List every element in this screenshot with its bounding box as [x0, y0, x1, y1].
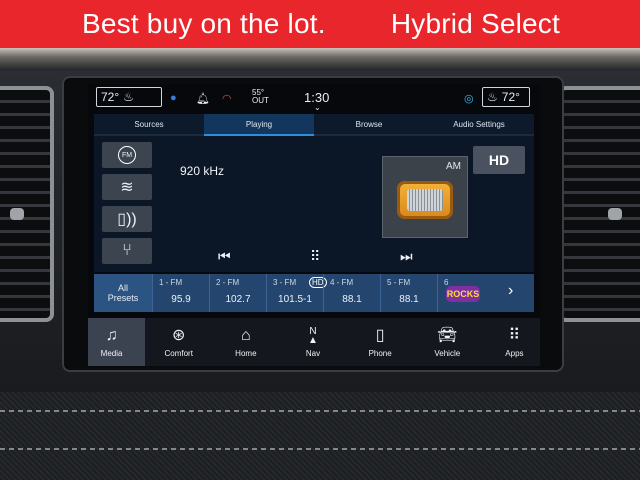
nav-label: Comfort [164, 348, 193, 358]
music-note-icon: ♫ [105, 326, 118, 344]
preset-value: 95.9 [171, 294, 191, 305]
chevron-right-icon[interactable]: › [508, 282, 513, 300]
nav-media[interactable]: ♫ Media [88, 318, 146, 366]
navigation-icon: N ▲ [308, 325, 318, 346]
nav-label: Vehicle [434, 348, 461, 358]
dealer-banner: Best buy on the lot. Hybrid Select [0, 0, 640, 48]
nav-comfort[interactable]: ⊛ Comfort [145, 318, 212, 366]
nav-apps[interactable]: ⠿ Apps [481, 318, 540, 366]
all-presets-button[interactable]: All Presets [94, 274, 152, 312]
all-presets-label: All Presets [108, 283, 139, 303]
vehicle-icon: 🚘︎ [437, 326, 458, 344]
passenger-seat-icon: ♨ [487, 90, 498, 104]
nav-label: Phone [368, 348, 392, 358]
driver-climate-button[interactable]: 72° ♨ [96, 87, 162, 107]
station-frequency: 920 kHz [180, 164, 225, 178]
dashboard-leather [0, 392, 640, 480]
outside-temp: 55° OUT [252, 89, 269, 105]
preset-value: 102.7 [225, 294, 251, 305]
apps-grid-icon: ⠿ [508, 326, 521, 344]
air-vent-right [558, 86, 640, 322]
notification-bell-icon: 🔔︎ [196, 93, 210, 105]
preset-2[interactable]: 2 - FM 102.7 [209, 274, 266, 312]
preset-6[interactable]: 6 ROCKS [437, 274, 494, 312]
hd-label: HD [488, 152, 510, 168]
air-vent-left [0, 86, 54, 322]
next-track-icon[interactable]: ⏭ [400, 248, 413, 265]
all-presets-label-line1: All [117, 283, 128, 293]
tab-label: Browse [355, 119, 383, 129]
chevron-down-icon[interactable]: ⌄ [314, 103, 321, 112]
vent-knob [608, 208, 622, 220]
tab-label: Sources [134, 119, 164, 129]
nav-label: Home [235, 348, 257, 358]
bluetooth-audio-button[interactable]: ▯)) [102, 206, 152, 232]
banner-left-text: Best buy on the lot. [82, 8, 326, 39]
preset-5[interactable]: 5 - FM 88.1 [380, 274, 437, 312]
preset-4[interactable]: 4 - FM 88.1 [323, 274, 380, 312]
driver-temp: 72° [101, 90, 120, 104]
tab-label: Playing [245, 119, 273, 129]
passenger-climate-button[interactable]: ♨ 72° [482, 87, 530, 107]
station-logo: ROCKS [446, 286, 480, 302]
usb-source-button[interactable]: ⑂ [102, 238, 152, 264]
tab-playing[interactable]: Playing [204, 114, 314, 136]
preset-label: 4 - FM [330, 278, 354, 287]
preset-1[interactable]: 1 - FM 95.9 [152, 274, 209, 312]
nav-vehicle[interactable]: 🚘︎ Vehicle [414, 318, 481, 366]
stitching [0, 410, 640, 412]
tab-sources[interactable]: Sources [94, 114, 204, 136]
stitching [0, 448, 640, 450]
profile-icon: ● [170, 92, 177, 104]
preset-3[interactable]: HD 3 - FM 101.5-1 [266, 274, 327, 312]
phone-audio-icon: ▯)) [117, 211, 137, 228]
preset-bar: All Presets 1 - FM 95.9 2 - FM 102.7 HD … [94, 274, 534, 312]
passenger-temp: 72° [501, 90, 520, 104]
tab-audio-settings[interactable]: Audio Settings [424, 114, 534, 136]
seat-heat-icon: ♨ [123, 90, 134, 104]
bottom-nav-bar: ♫ Media ⊛ Comfort ⌂ Home N ▲ Nav ▯ Phone … [88, 318, 540, 366]
nav-label: Nav [305, 348, 321, 358]
all-presets-label-line2: Presets [107, 293, 139, 303]
status-bar: 72° ♨ ● 🔔︎ ◠ 55° OUT 1:30 ⌄ ◎ ♨ 72° [88, 84, 540, 114]
satellite-icon: ≋ [120, 179, 134, 196]
tab-label: Audio Settings [453, 119, 505, 129]
fm-badge: FM [118, 146, 136, 164]
usb-icon: ⑂ [122, 242, 132, 259]
previous-track-icon[interactable]: ⏮ [218, 248, 231, 265]
radio-icon [397, 181, 453, 219]
nav-label: Apps [505, 348, 524, 358]
preset-label: 3 - FM [273, 278, 297, 287]
preset-label: 2 - FM [216, 278, 240, 287]
preset-label: 1 - FM [159, 278, 183, 287]
keypad-icon[interactable]: ⠿ [310, 248, 320, 265]
alexa-icon[interactable]: ◎ [464, 92, 474, 105]
home-icon: ⌂ [241, 326, 251, 344]
infotainment-screen: 72° ♨ ● 🔔︎ ◠ 55° OUT 1:30 ⌄ ◎ ♨ 72° Sour… [88, 84, 540, 366]
nav-nav[interactable]: N ▲ Nav [279, 318, 346, 366]
preset-label: 5 - FM [387, 278, 411, 287]
preset-value: 88.1 [399, 294, 419, 305]
hd-radio-button[interactable]: HD [473, 146, 525, 174]
nav-phone[interactable]: ▯ Phone [347, 318, 414, 366]
wifi-icon: ◠ [222, 93, 232, 105]
vent-knob [10, 208, 24, 220]
phone-icon: ▯ [375, 326, 385, 344]
now-playing-panel: FM ≋ ▯)) ⑂ 920 kHz AM HD ⏮ ⠿ ⏭ [94, 136, 534, 272]
fm-source-button[interactable]: FM [102, 142, 152, 168]
satellite-radio-button[interactable]: ≋ [102, 174, 152, 200]
band-label: AM [446, 161, 461, 172]
media-tabs: Sources Playing Browse Audio Settings [94, 114, 534, 136]
tab-browse[interactable]: Browse [314, 114, 424, 136]
comfort-icon: ⊛ [172, 326, 186, 344]
nav-home[interactable]: ⌂ Home [212, 318, 279, 366]
banner-right-text: Hybrid Select [390, 8, 560, 39]
preset-value: 101.5-1 [278, 294, 312, 305]
nav-label: Media [100, 348, 123, 358]
album-art: AM [382, 156, 468, 238]
outside-temp-label: OUT [252, 96, 269, 105]
windshield-strip [0, 48, 640, 70]
preset-value: 88.1 [342, 294, 362, 305]
